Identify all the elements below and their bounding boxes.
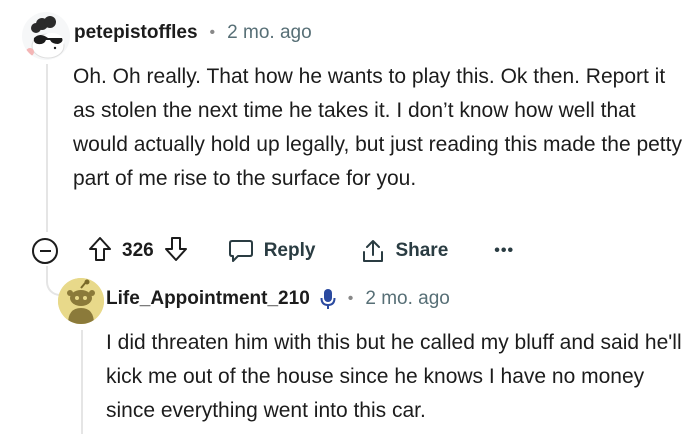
upvote-arrow-icon	[89, 236, 111, 261]
comment-body: Oh. Oh really. That how he wants to play…	[73, 65, 682, 190]
reply-username[interactable]: Life_Appointment_210	[106, 288, 310, 310]
reply-thread-line[interactable]	[81, 330, 83, 434]
speech-bubble-icon	[228, 240, 253, 262]
downvote-arrow-icon	[164, 236, 187, 261]
upvote-button[interactable]	[88, 236, 112, 267]
timestamp[interactable]: 2 mo. ago	[227, 22, 312, 44]
microphone-icon	[320, 288, 336, 310]
minus-icon	[39, 250, 51, 252]
reply-timestamp[interactable]: 2 mo. ago	[365, 288, 450, 310]
reply-body: I did threaten him with this but he call…	[106, 331, 682, 422]
snoo-avatar-icon	[26, 16, 65, 59]
more-options-button[interactable]: •••	[494, 242, 514, 260]
reply-label: Reply	[263, 240, 316, 261]
comment-action-bar: 326 Reply Share •••	[32, 234, 514, 268]
reply-avatar[interactable]	[58, 278, 104, 324]
vote-score: 326	[122, 240, 154, 261]
avatar[interactable]	[22, 12, 70, 60]
default-snoo-avatar-icon	[58, 278, 104, 324]
meta-separator: •	[209, 24, 216, 41]
reply-meta: Life_Appointment_210 • 2 mo. ago	[106, 288, 450, 310]
reply-thread-connector	[46, 266, 60, 296]
username[interactable]: petepistoffles	[74, 22, 198, 44]
meta-separator: •	[347, 290, 354, 307]
reply-button[interactable]: Reply	[228, 239, 316, 263]
share-label: Share	[395, 240, 449, 261]
downvote-button[interactable]	[164, 236, 188, 267]
comment-meta: petepistoffles • 2 mo. ago	[74, 22, 312, 44]
thread-line[interactable]	[46, 64, 48, 232]
collapse-thread-button[interactable]	[32, 238, 58, 264]
share-button[interactable]: Share	[361, 238, 448, 264]
share-upload-icon	[363, 240, 384, 262]
vote-controls: 326	[88, 236, 188, 267]
